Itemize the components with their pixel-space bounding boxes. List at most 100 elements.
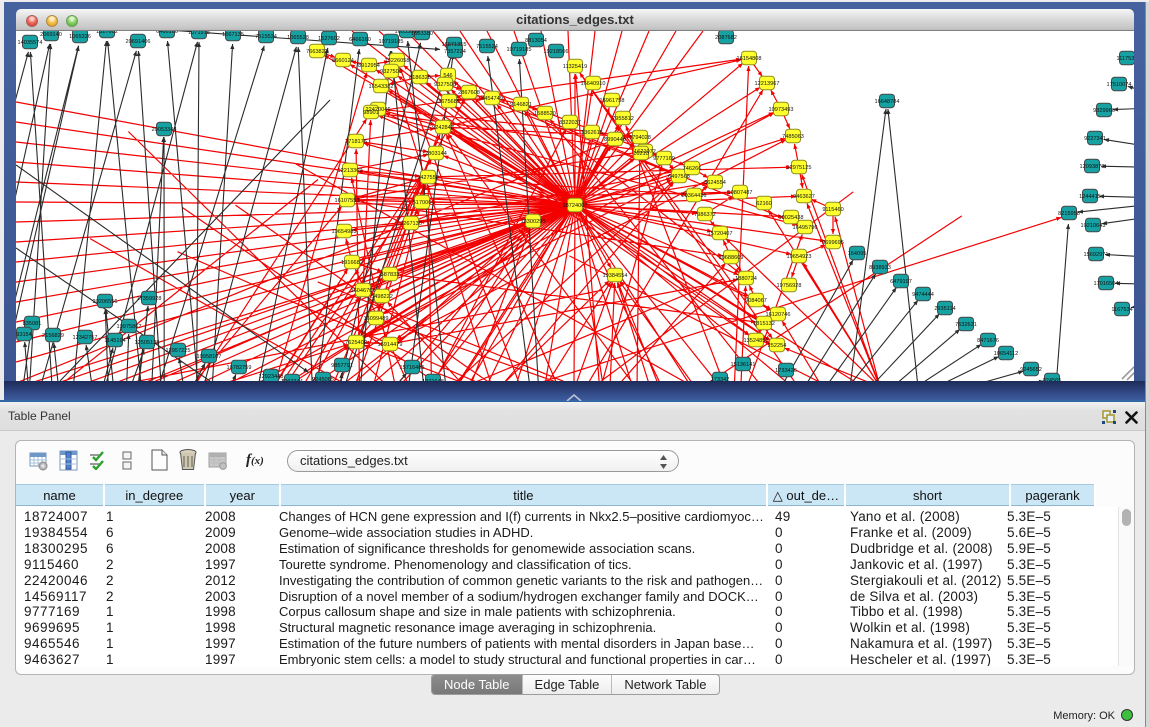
svg-text:8215958: 8215958 (1058, 211, 1080, 217)
svg-text:2069140: 2069140 (40, 32, 62, 38)
svg-text:12213369: 12213369 (338, 168, 363, 174)
svg-text:3675685: 3675685 (438, 99, 460, 105)
svg-text:9242848: 9242848 (432, 125, 454, 131)
svg-text:7515524: 7515524 (255, 34, 277, 40)
svg-text:2803144: 2803144 (425, 151, 447, 157)
svg-text:10688609: 10688609 (719, 255, 744, 261)
svg-text:16671355: 16671355 (442, 42, 467, 48)
svg-text:9327508: 9327508 (434, 82, 456, 88)
svg-text:7357224: 7357224 (444, 49, 466, 55)
svg-text:546: 546 (443, 73, 452, 79)
svg-text:16120746: 16120746 (766, 312, 791, 318)
svg-text:252254: 252254 (768, 343, 787, 349)
svg-text:15136141: 15136141 (731, 362, 756, 368)
svg-text:16107553: 16107553 (335, 198, 360, 204)
svg-text:2156829: 2156829 (42, 333, 64, 339)
svg-text:6479197: 6479197 (890, 279, 912, 285)
svg-text:587833: 587833 (381, 272, 400, 278)
svg-text:835081: 835081 (23, 321, 42, 327)
svg-text:17016504: 17016504 (1094, 281, 1119, 287)
svg-text:1667135: 1667135 (222, 32, 244, 38)
svg-text:8322037: 8322037 (559, 120, 581, 126)
svg-text:6497568: 6497568 (668, 174, 690, 180)
svg-text:9146821: 9146821 (510, 102, 532, 108)
svg-text:16782759: 16782759 (227, 365, 252, 371)
svg-text:16210: 16210 (633, 151, 649, 157)
svg-text:10210643: 10210643 (1081, 223, 1106, 229)
svg-text:9474444: 9474444 (912, 292, 934, 298)
svg-text:8471676: 8471676 (977, 338, 999, 344)
svg-text:8813054: 8813054 (525, 38, 547, 44)
svg-text:10807487: 10807487 (728, 190, 753, 196)
svg-text:7663822: 7663822 (306, 49, 328, 55)
svg-text:9115460: 9115460 (822, 207, 843, 213)
svg-text:18724007: 18724007 (563, 203, 588, 209)
svg-text:1065326: 1065326 (69, 34, 91, 40)
svg-text:16648784: 16648784 (875, 99, 900, 105)
svg-text:9227341: 9227341 (1084, 136, 1106, 142)
svg-text:164095: 164095 (848, 251, 867, 257)
svg-text:7625402: 7625402 (345, 340, 367, 346)
svg-text:20364436: 20364436 (682, 193, 707, 199)
svg-text:19756928: 19756928 (777, 283, 802, 289)
svg-text:7485063: 7485063 (782, 134, 804, 140)
svg-text:1244415: 1244415 (1079, 194, 1101, 200)
svg-text:12923448: 12923448 (259, 374, 284, 380)
svg-text:6794028: 6794028 (629, 135, 651, 141)
svg-text:1117534: 1117534 (1117, 56, 1134, 62)
svg-text:10025438: 10025438 (779, 215, 804, 221)
svg-text:9327500: 9327500 (380, 69, 402, 75)
svg-text:1145194: 1145194 (104, 338, 125, 344)
svg-text:19384554: 19384554 (603, 273, 628, 279)
svg-text:16154808: 16154808 (737, 56, 762, 62)
svg-text:12505135: 12505135 (135, 340, 160, 346)
svg-text:2087682: 2087682 (715, 35, 737, 41)
svg-text:15692971: 15692971 (1084, 252, 1109, 258)
svg-text:5498222: 5498222 (371, 294, 393, 300)
svg-text:8454749: 8454749 (481, 96, 503, 102)
svg-text:517006: 517006 (413, 200, 432, 206)
svg-text:16099489: 16099489 (364, 316, 389, 322)
svg-text:20691406: 20691406 (126, 39, 151, 45)
svg-text:19218506: 19218506 (544, 49, 569, 55)
svg-text:16914479: 16914479 (378, 342, 403, 348)
svg-text:1733426: 1733426 (775, 368, 797, 374)
svg-text:9699695: 9699695 (822, 240, 844, 246)
svg-text:1071918: 1071918 (188, 31, 210, 36)
svg-text:7955812: 7955812 (612, 116, 634, 122)
svg-text:8660124: 8660124 (332, 58, 354, 64)
svg-text:10654112: 10654112 (994, 351, 1018, 357)
svg-text:3267130: 3267130 (400, 221, 422, 227)
svg-text:9777169: 9777169 (653, 156, 675, 162)
svg-text:1167534: 1167534 (1111, 307, 1132, 313)
svg-text:9427552: 9427552 (417, 175, 439, 181)
svg-text:16640910: 16640910 (581, 81, 606, 87)
svg-text:12093873: 12093873 (1080, 164, 1105, 170)
svg-text:3624554: 3624554 (704, 180, 726, 186)
svg-text:13226058: 13226058 (385, 58, 410, 64)
svg-text:10719185: 10719185 (379, 39, 404, 45)
svg-text:19654923: 19654923 (787, 254, 812, 260)
svg-text:12975125: 12975125 (787, 165, 812, 171)
svg-text:16543382: 16543382 (369, 84, 394, 90)
svg-text:9857791: 9857791 (331, 363, 353, 369)
svg-text:1880724: 1880724 (735, 276, 757, 282)
svg-text:8912954: 8912954 (358, 63, 380, 69)
svg-text:1527602: 1527602 (96, 31, 118, 35)
svg-text:10958107: 10958107 (197, 354, 222, 360)
svg-text:17359928: 17359928 (137, 296, 162, 302)
svg-text:1815132: 1815132 (753, 321, 775, 327)
svg-text:746266: 746266 (683, 166, 702, 172)
svg-text:13524851: 13524851 (744, 338, 769, 344)
svg-text:2935114: 2935114 (934, 306, 955, 312)
svg-text:9463627: 9463627 (793, 194, 815, 200)
svg-text:8186328: 8186328 (409, 75, 431, 81)
svg-text:1527602: 1527602 (318, 36, 340, 42)
svg-text:7986372: 7986372 (694, 212, 716, 218)
svg-text:12342757: 12342757 (73, 335, 98, 341)
svg-text:18300295: 18300295 (521, 219, 546, 225)
svg-text:15716485: 15716485 (400, 365, 425, 371)
svg-text:17510074: 17510074 (1107, 82, 1132, 88)
svg-text:93154: 93154 (16, 332, 32, 338)
svg-text:16961758: 16961758 (600, 98, 625, 104)
